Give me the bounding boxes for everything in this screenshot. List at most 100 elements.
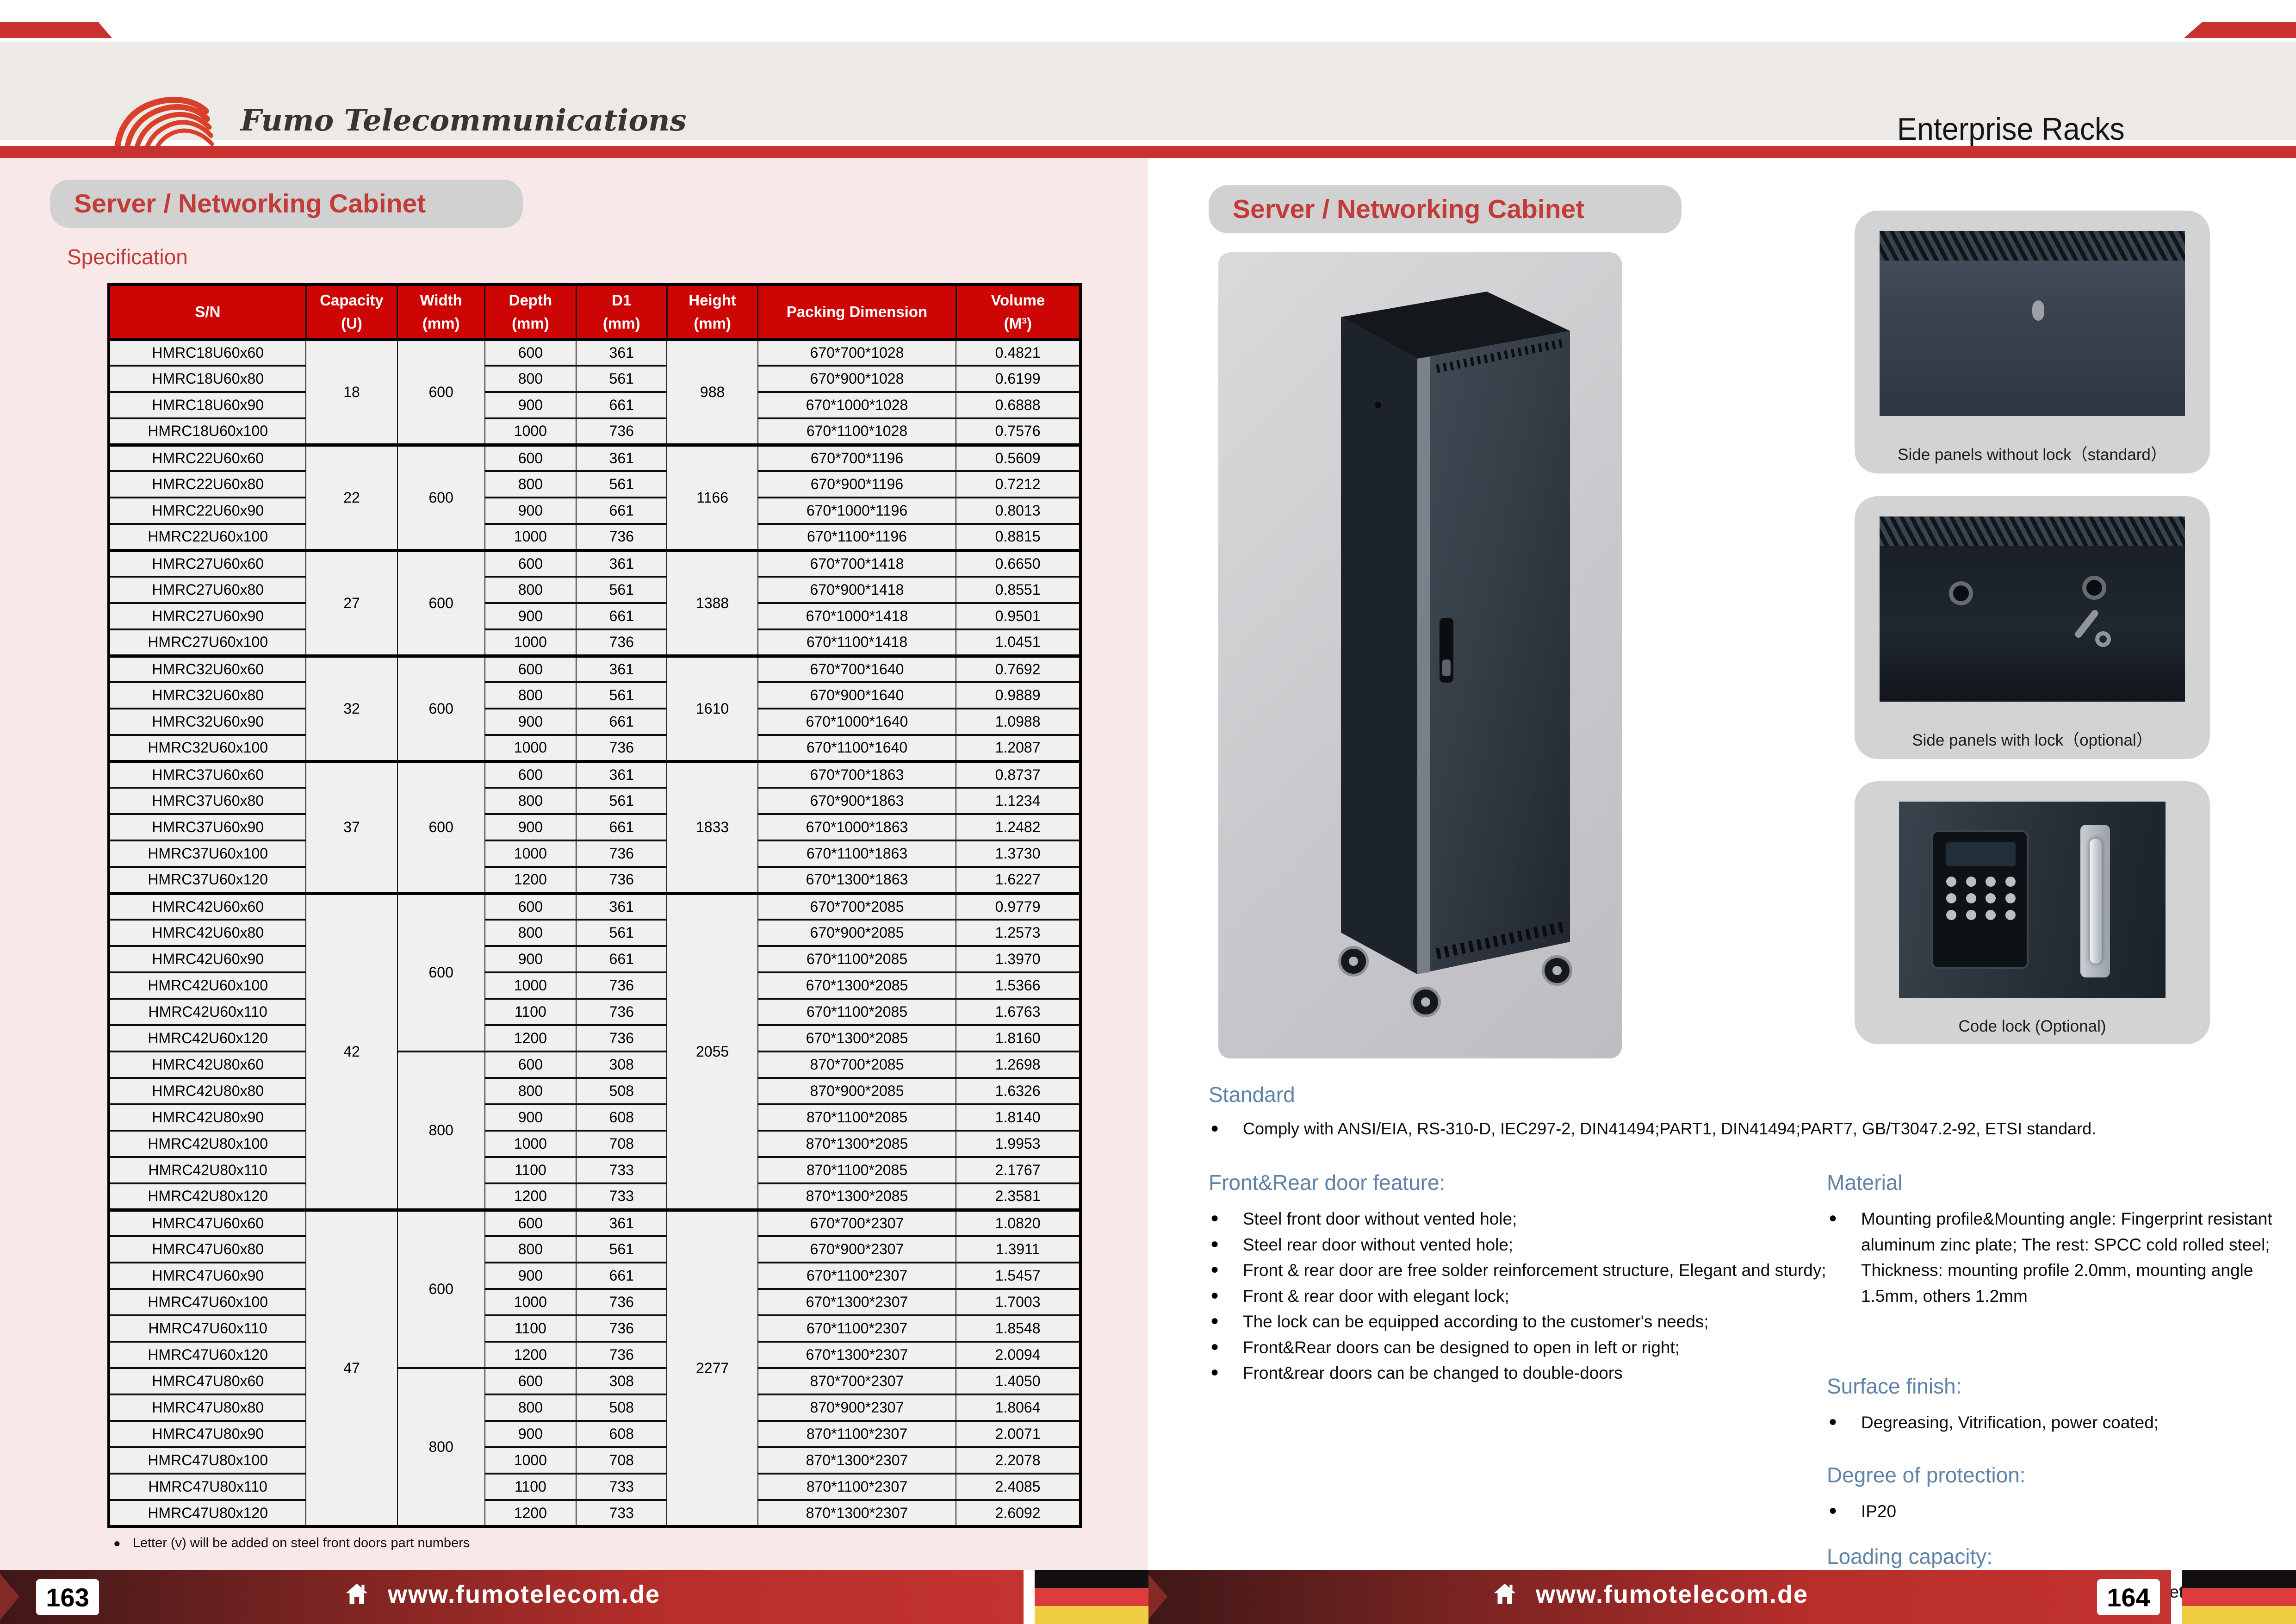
depth-cell: 800	[485, 1394, 576, 1421]
d1-cell: 661	[576, 498, 667, 524]
volume-cell: 1.3970	[956, 946, 1080, 972]
left-page-number: 163	[36, 1579, 99, 1615]
d1-cell: 561	[576, 471, 667, 498]
volume-cell: 1.4050	[956, 1368, 1080, 1394]
table-row: HMRC47U80x80800508870*900*23071.8064	[109, 1394, 1080, 1421]
door-feature-bullet: Steel rear door without vented hole;	[1209, 1232, 1831, 1258]
table-row: HMRC47U60x1101100736670*1100*23071.8548	[109, 1315, 1080, 1342]
sn-cell: HMRC32U60x60	[109, 656, 306, 682]
capacity-cell: 42	[306, 893, 397, 1210]
packing-cell: 670*1100*2085	[758, 946, 956, 972]
packing-cell: 670*700*1028	[758, 339, 956, 366]
volume-cell: 1.8064	[956, 1394, 1080, 1421]
table-row: HMRC27U60x80800561670*900*14180.8551	[109, 577, 1080, 603]
width-cell: 600	[397, 550, 485, 656]
home-icon	[342, 1580, 371, 1609]
surface-finish-list: Degreasing, Vitrification, power coated;	[1827, 1410, 2283, 1436]
volume-cell: 0.6888	[956, 392, 1080, 418]
door-feature-bullet: Front & rear door with elegant lock;	[1209, 1283, 1831, 1309]
website-url[interactable]: www.fumotelecom.de	[388, 1580, 660, 1609]
table-row: HMRC27U60x60276006003611388670*700*14180…	[109, 550, 1080, 577]
packing-cell: 670*1100*2307	[758, 1315, 956, 1342]
vent-hatch-decoration	[1880, 231, 2185, 261]
depth-cell: 600	[485, 656, 576, 682]
table-row: HMRC37U60x60376006003611833670*700*18630…	[109, 761, 1080, 788]
column-header: Height (mm)	[667, 285, 757, 339]
surface-finish-heading: Surface finish:	[1827, 1374, 1961, 1399]
depth-cell: 900	[485, 709, 576, 735]
door-feature-heading: Front&Rear door feature:	[1209, 1170, 1445, 1195]
table-row: HMRC42U60x80800561670*900*20851.2573	[109, 920, 1080, 946]
volume-cell: 2.4085	[956, 1474, 1080, 1500]
depth-cell: 1000	[485, 1131, 576, 1157]
sn-cell: HMRC47U80x120	[109, 1500, 306, 1526]
table-row: HMRC47U80x60800600308870*700*23071.4050	[109, 1368, 1080, 1394]
packing-cell: 870*1100*2307	[758, 1421, 956, 1447]
caption-side-panel-optional: Side panels with lock（optional）	[1855, 727, 2210, 751]
d1-cell: 736	[576, 867, 667, 893]
specification-label: Specification	[67, 244, 188, 269]
table-row: HMRC42U60x60426006003612055670*700*20850…	[109, 893, 1080, 920]
volume-cell: 2.0094	[956, 1342, 1080, 1368]
d1-cell: 708	[576, 1131, 667, 1157]
sn-cell: HMRC47U60x120	[109, 1342, 306, 1368]
depth-cell: 1000	[485, 1289, 576, 1315]
packing-cell: 670*1100*1196	[758, 524, 956, 550]
code-lock-card: Code lock (Optional)	[1855, 781, 2210, 1044]
sn-cell: HMRC42U60x100	[109, 972, 306, 999]
depth-cell: 1200	[485, 1500, 576, 1526]
sn-cell: HMRC42U60x90	[109, 946, 306, 972]
keypad-shape	[1931, 830, 2029, 969]
depth-cell: 800	[485, 366, 576, 392]
volume-cell: 0.9889	[956, 682, 1080, 709]
packing-cell: 670*700*1196	[758, 445, 956, 471]
column-header: Capacity (U)	[306, 285, 397, 339]
depth-cell: 600	[485, 1052, 576, 1078]
sn-cell: HMRC32U60x90	[109, 709, 306, 735]
column-header: D1 (mm)	[576, 285, 667, 339]
volume-cell: 1.1234	[956, 788, 1080, 814]
depth-cell: 1000	[485, 1447, 576, 1474]
germany-flag-icon	[1035, 1570, 1148, 1624]
depth-cell: 800	[485, 1078, 576, 1104]
volume-cell: 0.9779	[956, 893, 1080, 920]
volume-cell: 1.6326	[956, 1078, 1080, 1104]
germany-flag-icon	[2182, 1570, 2296, 1624]
capacity-cell: 18	[306, 339, 397, 445]
footer-chevron-decoration	[0, 1574, 19, 1620]
width-cell: 600	[397, 1210, 485, 1368]
door-feature-bullet: The lock can be equipped according to th…	[1209, 1309, 1831, 1335]
table-row: HMRC42U60x1101100736670*1100*20851.6763	[109, 999, 1080, 1025]
table-row: HMRC42U80x80800508870*900*20851.6326	[109, 1078, 1080, 1104]
table-row: HMRC37U60x1001000736670*1100*18631.3730	[109, 840, 1080, 867]
table-row: HMRC37U60x90900661670*1000*18631.2482	[109, 814, 1080, 840]
sn-cell: HMRC47U60x80	[109, 1236, 306, 1263]
caption-code-lock: Code lock (Optional)	[1855, 1017, 2210, 1036]
header-red-divider	[0, 146, 2296, 158]
website-url[interactable]: www.fumotelecom.de	[1536, 1580, 1808, 1609]
d1-cell: 361	[576, 893, 667, 920]
table-row: HMRC42U80x90900608870*1100*20851.8140	[109, 1104, 1080, 1131]
table-row: HMRC18U60x90900661670*1000*10280.6888	[109, 392, 1080, 418]
depth-cell: 1000	[485, 735, 576, 761]
left-page-title: Server / Networking Cabinet	[74, 188, 426, 219]
volume-cell: 0.6650	[956, 550, 1080, 577]
height-cell: 2277	[667, 1210, 757, 1526]
left-footer-site: www.fumotelecom.de	[342, 1580, 660, 1609]
depth-cell: 900	[485, 946, 576, 972]
sn-cell: HMRC42U80x60	[109, 1052, 306, 1078]
volume-cell: 1.0988	[956, 709, 1080, 735]
d1-cell: 736	[576, 629, 667, 656]
volume-cell: 2.0071	[956, 1421, 1080, 1447]
sn-cell: HMRC32U60x80	[109, 682, 306, 709]
depth-cell: 1200	[485, 1025, 576, 1052]
sn-cell: HMRC18U60x80	[109, 366, 306, 392]
capacity-cell: 37	[306, 761, 397, 893]
packing-cell: 670*700*2307	[758, 1210, 956, 1236]
packing-cell: 670*1100*1418	[758, 629, 956, 656]
sn-cell: HMRC47U80x90	[109, 1421, 306, 1447]
table-header-row: S/NCapacity (U)Width (mm)Depth (mm)D1 (m…	[109, 285, 1080, 339]
standard-list: Comply with ANSI/EIA, RS-310-D, IEC297-2…	[1209, 1116, 2273, 1141]
depth-cell: 900	[485, 1104, 576, 1131]
packing-cell: 870*1300*2307	[758, 1447, 956, 1474]
